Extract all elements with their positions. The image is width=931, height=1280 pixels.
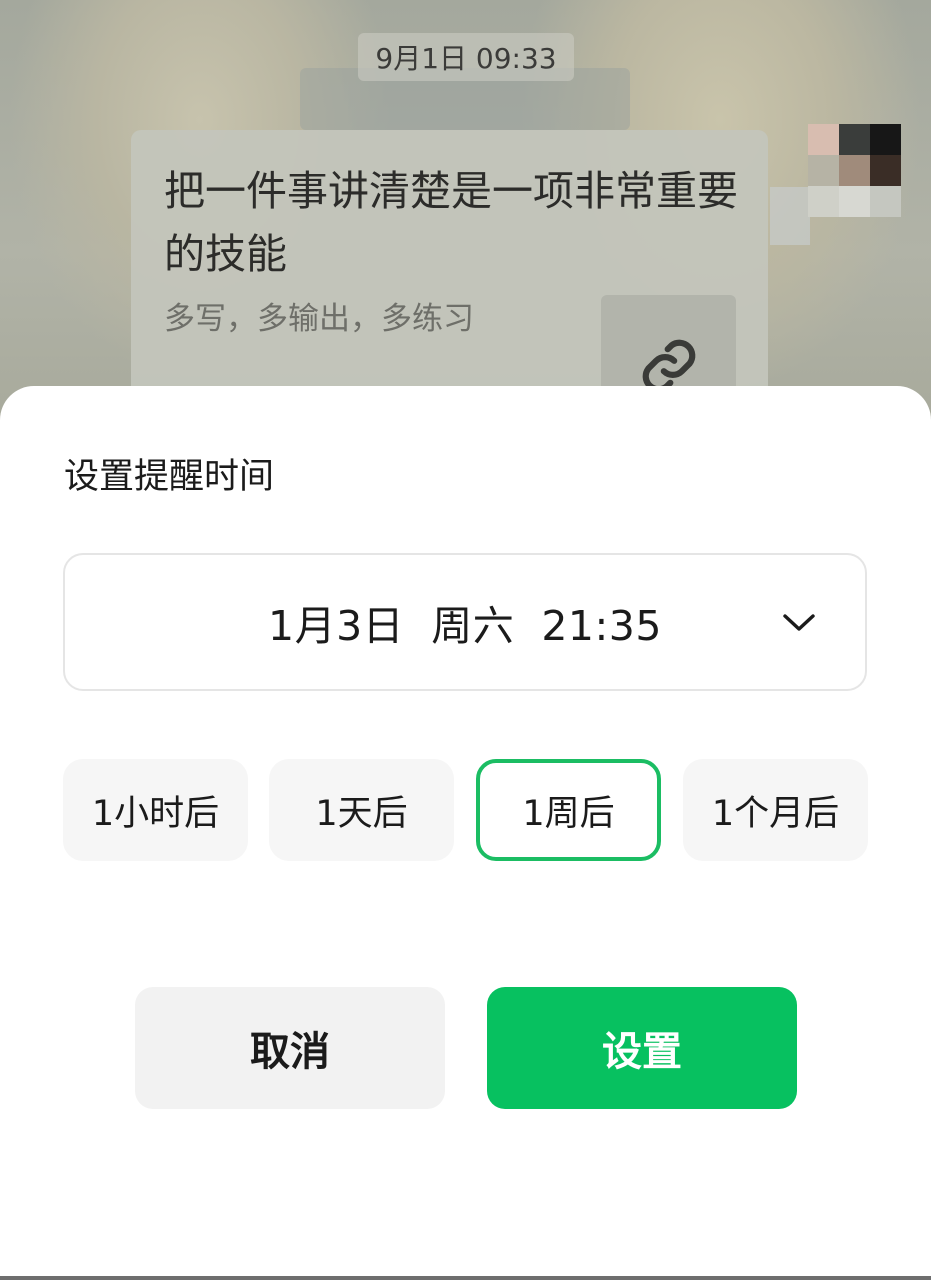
cancel-button[interactable]: 取消 bbox=[135, 987, 445, 1109]
quick-option-1-week[interactable]: 1周后 bbox=[476, 759, 661, 861]
message-timestamp: 9月1日 09:33 bbox=[358, 33, 574, 81]
chat-background: 9月1日 09:33 把一件事讲清楚是一项非常重要的技能 多写，多输出，多练习 bbox=[0, 0, 931, 430]
quick-option-1-month[interactable]: 1个月后 bbox=[683, 759, 868, 861]
link-message-card[interactable]: 把一件事讲清楚是一项非常重要的技能 多写，多输出，多练习 bbox=[131, 130, 768, 430]
quick-option-1-day[interactable]: 1天后 bbox=[269, 759, 454, 861]
quick-option-1-hour[interactable]: 1小时后 bbox=[63, 759, 248, 861]
avatar[interactable] bbox=[808, 124, 901, 217]
reminder-date-value: 1月3日 周六 21:35 bbox=[268, 602, 662, 650]
link-message-title: 把一件事讲清楚是一项非常重要的技能 bbox=[164, 167, 738, 278]
sheet-title: 设置提醒时间 bbox=[64, 457, 275, 497]
avatar-shadow bbox=[770, 187, 810, 245]
link-message-description: 多写，多输出，多练习 bbox=[164, 301, 474, 337]
set-reminder-button[interactable]: 设置 bbox=[487, 987, 797, 1109]
screen-bottom-edge bbox=[0, 1276, 931, 1280]
chevron-down-icon bbox=[783, 614, 815, 631]
quick-time-options: 1小时后 1天后 1周后 1个月后 bbox=[63, 759, 868, 861]
reminder-date-picker[interactable]: 1月3日 周六 21:35 bbox=[63, 553, 867, 691]
reminder-bottom-sheet: 设置提醒时间 1月3日 周六 21:35 1小时后 1天后 1周后 1个月后 取… bbox=[0, 386, 931, 1280]
